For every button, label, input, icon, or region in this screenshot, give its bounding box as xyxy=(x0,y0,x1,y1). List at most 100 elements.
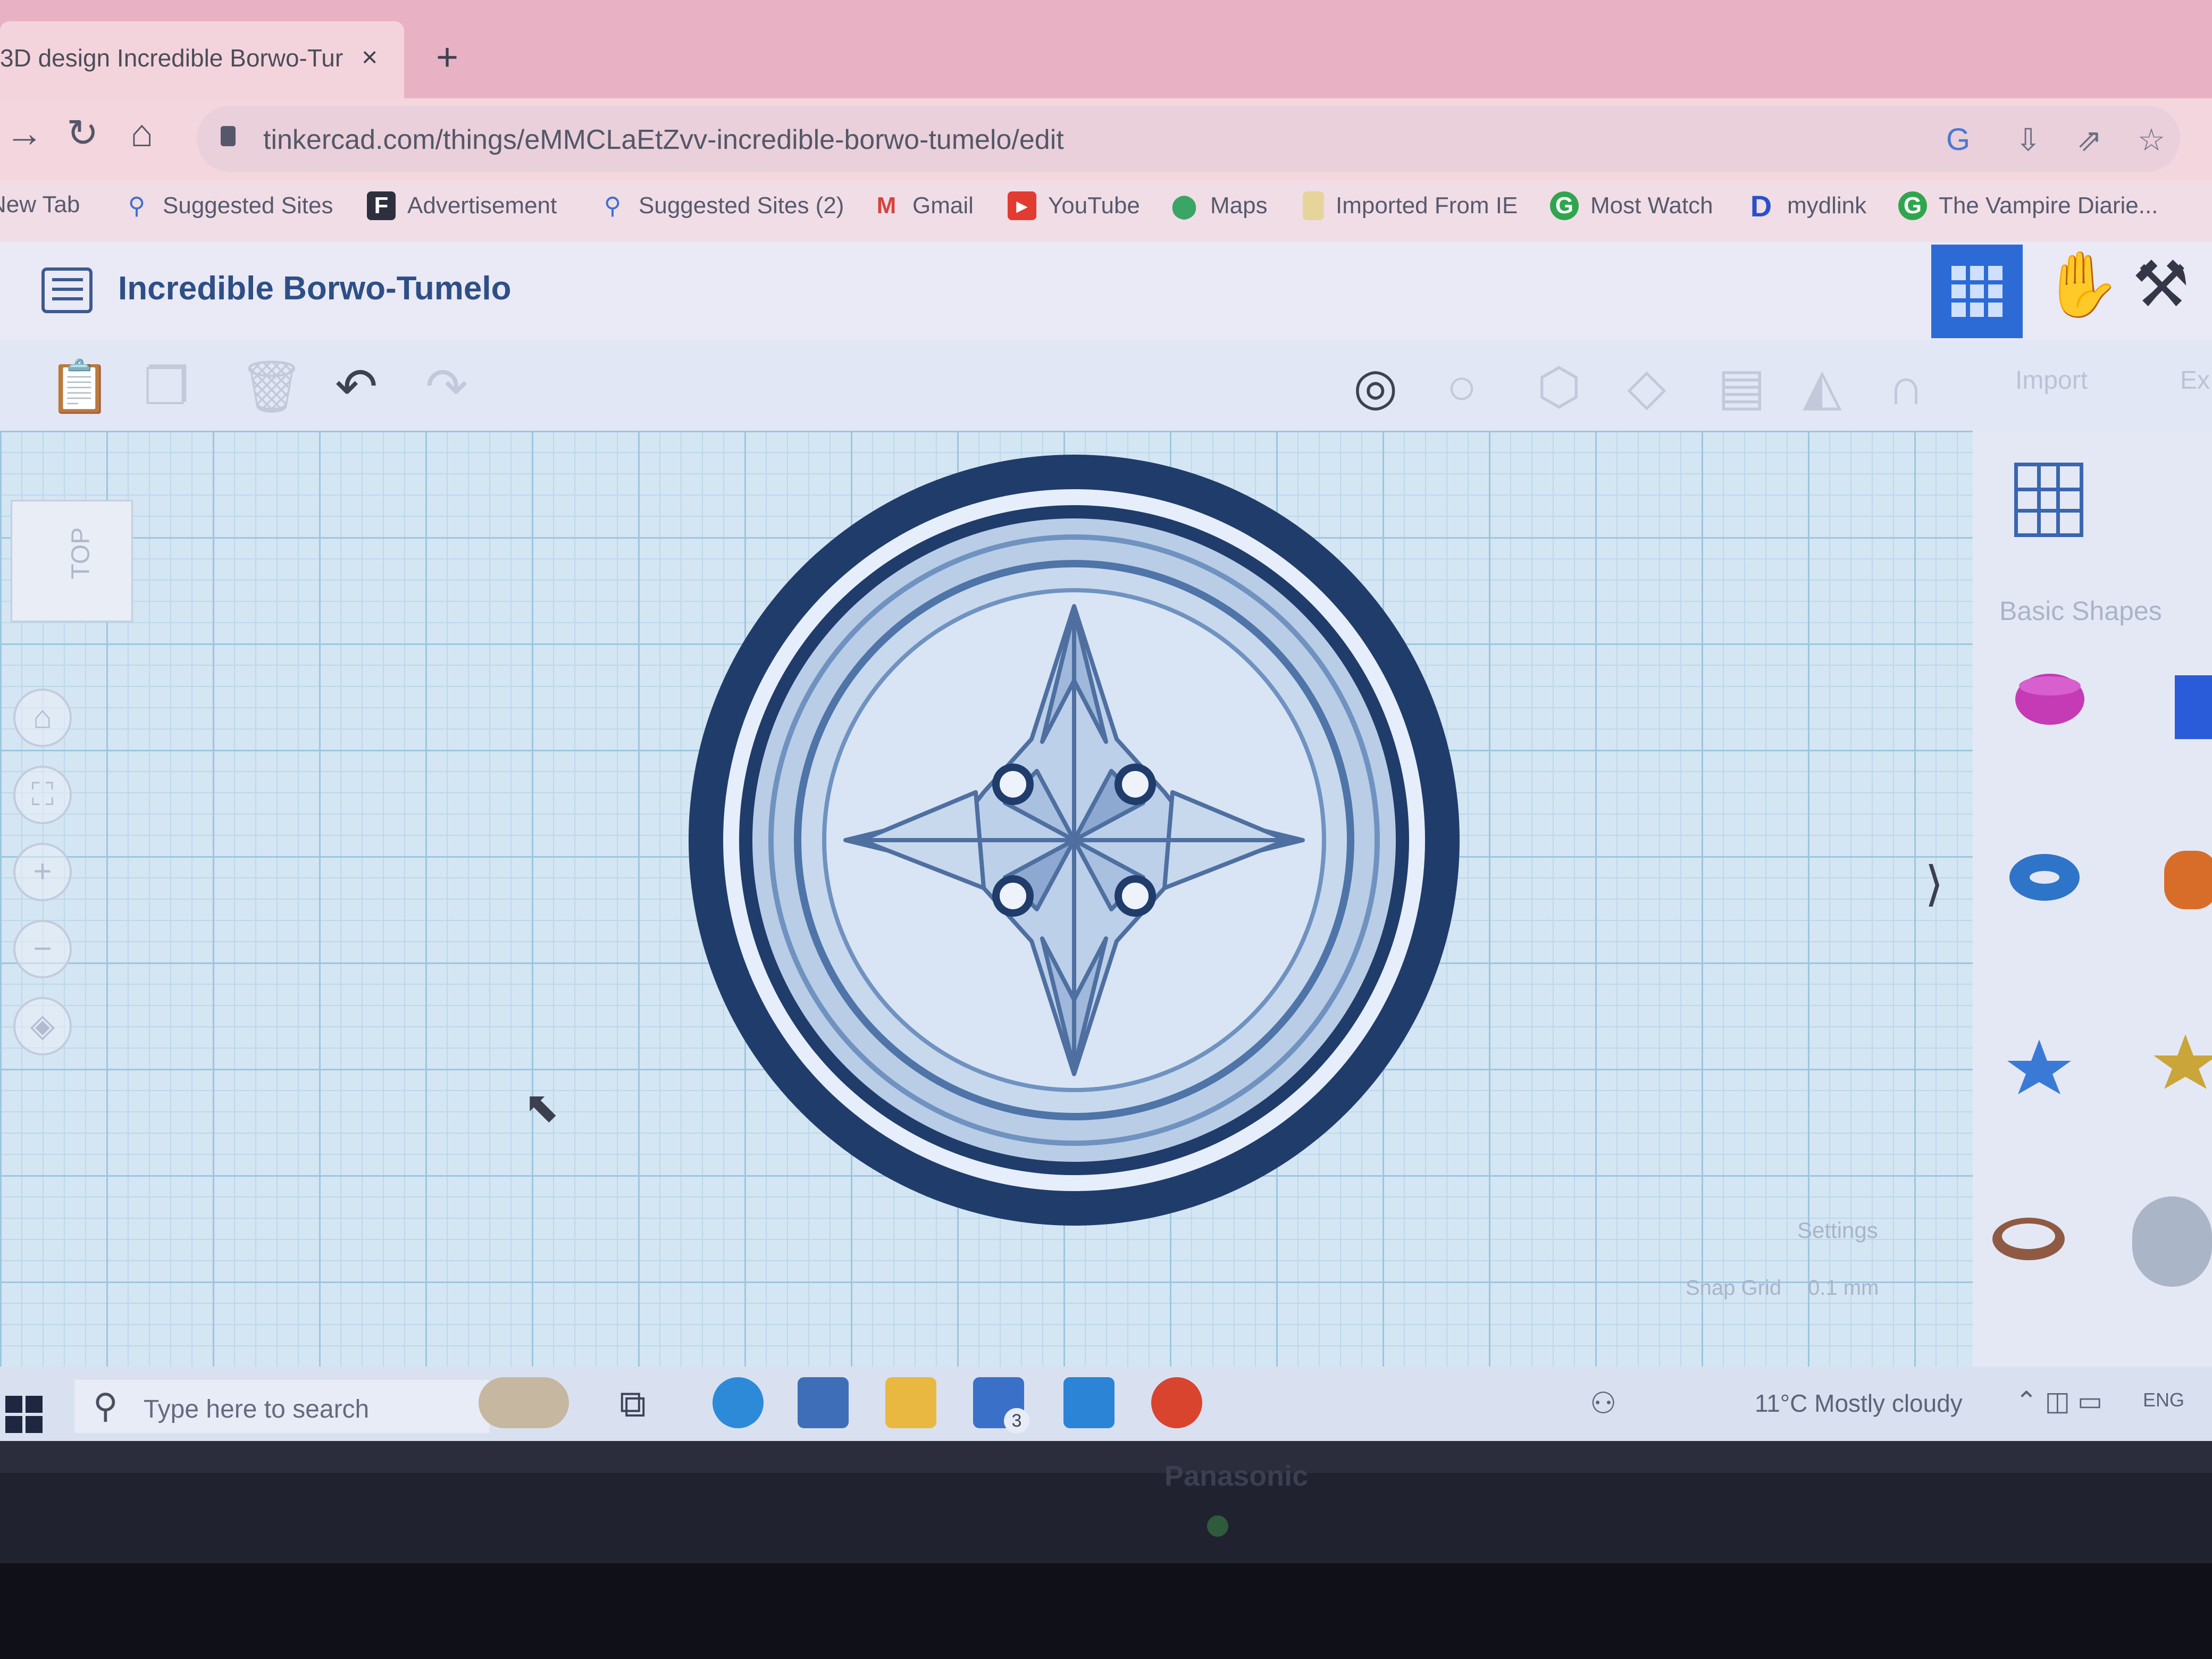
design-title[interactable]: Incredible Borwo-Tumelo xyxy=(118,270,511,307)
system-tray-icons[interactable]: ⌃ ◫ ▭ xyxy=(2015,1386,2102,1417)
chrome-icon[interactable] xyxy=(1151,1377,1202,1428)
monitor-bezel: Panasonic xyxy=(0,1441,2212,1659)
workplane-shape-icon[interactable] xyxy=(2014,463,2083,537)
group-icon[interactable]: ⬡ xyxy=(1537,362,1581,413)
bookmark-gmail[interactable]: M Gmail xyxy=(872,191,974,220)
bookmark-label: Suggested Sites (2) xyxy=(639,192,844,219)
bookmark-most-watch[interactable]: G Most Watch xyxy=(1550,191,1713,220)
snap-grid-select[interactable]: 0.1 mm xyxy=(1808,1276,1879,1300)
news-widget-icon[interactable] xyxy=(479,1377,569,1428)
language-indicator[interactable]: ENG xyxy=(2143,1389,2184,1411)
bookmark-label: Advertisement xyxy=(407,192,557,219)
bookmark-suggested-sites[interactable]: ⚲ Suggested Sites xyxy=(122,191,333,220)
bookmark-star-icon[interactable]: ☆ xyxy=(2138,122,2165,158)
monitor-bezel-lip xyxy=(0,1441,2212,1473)
bookmark-label: Suggested Sites xyxy=(163,192,333,219)
bookmark-label: Gmail xyxy=(912,192,974,219)
monitor-brand-logo: Panasonic xyxy=(1164,1460,1309,1492)
search-icon: ⚲ xyxy=(128,192,146,219)
paraboloid-shape-icon[interactable] xyxy=(2013,670,2087,728)
new-tab-button[interactable]: + xyxy=(436,38,458,77)
install-app-icon[interactable]: ⇩ xyxy=(2015,122,2041,158)
bookmark-suggested-sites-2[interactable]: ⚲ Suggested Sites (2) xyxy=(598,191,844,220)
tab-close-icon[interactable]: × xyxy=(362,41,378,73)
green-circle-icon: G xyxy=(1898,191,1927,220)
search-icon: ⚲ xyxy=(93,1387,118,1425)
ungroup-icon[interactable]: ◇ xyxy=(1627,362,1666,413)
star-shape-icon[interactable] xyxy=(2005,1037,2074,1095)
taskbar-search-box[interactable]: ⚲ Type here to search xyxy=(74,1380,489,1433)
edge-browser-icon[interactable] xyxy=(713,1377,764,1428)
bookmark-youtube[interactable]: ▶ YouTube xyxy=(1008,191,1140,220)
bookmark-maps[interactable]: ⬤ Maps xyxy=(1170,191,1268,220)
3d-view-button[interactable] xyxy=(1931,245,2023,338)
forward-icon[interactable]: → xyxy=(5,114,44,153)
people-icon[interactable]: ⚇ xyxy=(1590,1386,1616,1421)
windows-start-icon[interactable] xyxy=(5,1396,43,1433)
file-explorer-drive-icon[interactable] xyxy=(798,1377,849,1428)
export-button[interactable]: Ex xyxy=(2180,366,2210,395)
bookmark-advertisement[interactable]: F Advertisement xyxy=(367,191,557,220)
reload-icon[interactable]: ↻ xyxy=(66,114,98,153)
bookmark-label: mydlink xyxy=(1787,192,1867,219)
google-icon[interactable]: G xyxy=(1946,122,1970,157)
gold-star-shape-icon[interactable] xyxy=(2151,1032,2212,1090)
share-icon[interactable]: ⇗ xyxy=(2076,122,2102,158)
url-text[interactable]: tinkercad.com/things/eMMCLaEtZvv-incredi… xyxy=(263,124,1064,156)
light-bulb-icon[interactable]: ○ xyxy=(1446,362,1477,413)
notes-icon[interactable]: ◎ xyxy=(1353,362,1398,413)
box-shape-icon[interactable] xyxy=(2175,675,2212,739)
duplicate-icon[interactable]: ❐ xyxy=(144,362,189,413)
align-icon[interactable]: ▤ xyxy=(1717,362,1766,413)
d-logo-icon: D xyxy=(1750,189,1772,223)
tab-title: 3D design Incredible Borwo-Tur xyxy=(0,44,343,72)
torus-shape-icon[interactable] xyxy=(2007,851,2082,904)
panel-collapse-chevron-icon[interactable]: ⟩ xyxy=(1925,856,1943,912)
folder-icon[interactable] xyxy=(885,1377,936,1428)
bookmark-mydlink[interactable]: D mydlink xyxy=(1747,189,1867,223)
home-view-icon[interactable]: ⌂ xyxy=(13,689,72,747)
view-cube[interactable]: TOP xyxy=(11,500,133,622)
search-icon: ⚲ xyxy=(604,192,622,219)
gmail-icon: M xyxy=(876,192,896,219)
shapes-category-label[interactable]: Basic Shapes xyxy=(1999,596,2162,626)
shapes-panel: ⟩ Basic Shapes xyxy=(1925,431,2212,1367)
sphere-shape-icon[interactable] xyxy=(2132,1196,2212,1287)
cortana-c-icon[interactable] xyxy=(1063,1377,1115,1428)
mail-badge: 3 xyxy=(1004,1408,1029,1434)
browser-tab[interactable]: 3D design Incredible Borwo-Tur × xyxy=(0,21,404,98)
mirror-icon[interactable]: ◭ xyxy=(1803,362,1842,413)
paste-icon[interactable]: 📋 xyxy=(48,362,112,413)
desk-surface xyxy=(0,1563,2212,1659)
windows-taskbar: ⚲ Type here to search ⧉ 3 ⚇ 11°C Mostly … xyxy=(0,1367,2212,1441)
design-list-icon[interactable] xyxy=(41,267,93,313)
task-view-icon[interactable]: ⧉ xyxy=(619,1382,671,1434)
bookmark-label: Maps xyxy=(1210,192,1268,219)
fit-view-icon[interactable]: ⛶ xyxy=(13,766,72,824)
hand-icon[interactable]: ✋ xyxy=(2042,253,2121,316)
bookmark-vampire-diaries[interactable]: G The Vampire Diarie... xyxy=(1898,191,2158,220)
workplane[interactable]: TOP ⌂ ⛶ + − ◈ ⬉ Settings Snap Grid 0.1 m… xyxy=(0,431,1973,1367)
perspective-icon[interactable]: ◈ xyxy=(13,997,72,1055)
undo-icon[interactable]: ↶ xyxy=(335,362,378,413)
bookmark-imported-from-ie[interactable]: Imported From IE xyxy=(1303,191,1518,220)
mail-icon[interactable]: 3 xyxy=(973,1377,1029,1434)
ring-shape-icon[interactable] xyxy=(1989,1212,2068,1266)
redo-icon[interactable]: ↷ xyxy=(425,362,468,413)
browser-toolbar: → ↻ ⌂ tinkercad.com/things/eMMCLaEtZvv-i… xyxy=(0,98,2212,181)
import-button[interactable]: Import xyxy=(2015,366,2088,395)
lock-icon[interactable] xyxy=(221,126,236,146)
tube-shape-icon[interactable] xyxy=(2164,851,2212,909)
weather-status[interactable]: 11°C Mostly cloudy xyxy=(1755,1389,1963,1418)
hammer-icon[interactable]: ⚒ xyxy=(2132,253,2190,316)
zoom-out-icon[interactable]: − xyxy=(13,920,72,978)
zoom-in-icon[interactable]: + xyxy=(13,843,72,901)
magnet-icon[interactable]: ∩ xyxy=(1888,362,1924,413)
compass-rose-model[interactable] xyxy=(686,452,1462,1228)
address-bar[interactable]: tinkercad.com/things/eMMCLaEtZvv-incredi… xyxy=(197,106,2180,172)
bookmark-new-tab[interactable]: New Tab xyxy=(0,191,80,218)
delete-icon[interactable]: 🗑 xyxy=(239,362,304,413)
home-icon[interactable]: ⌂ xyxy=(130,114,154,153)
grid-icon xyxy=(1951,266,2002,317)
settings-link[interactable]: Settings xyxy=(1797,1218,1878,1243)
